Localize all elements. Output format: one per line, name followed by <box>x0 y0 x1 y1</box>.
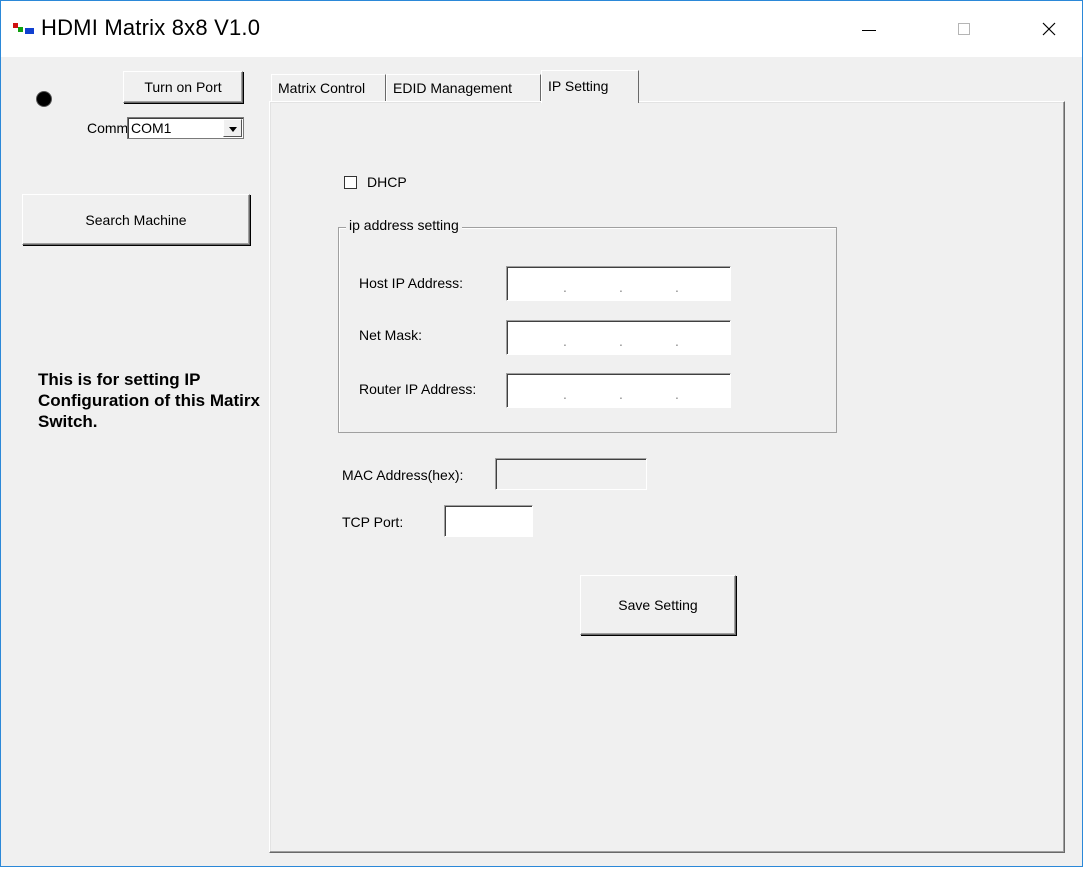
comm-port-value: COM1 <box>131 120 172 136</box>
ip-address-group-title: ip address setting <box>346 217 462 233</box>
window-title: HDMI Matrix 8x8 V1.0 <box>41 15 261 40</box>
tab-matrix-control[interactable]: Matrix Control <box>271 74 386 101</box>
router-ip-label: Router IP Address: <box>359 381 477 397</box>
app-icon <box>13 23 34 34</box>
close-icon <box>1042 22 1056 36</box>
mac-address-label: MAC Address(hex): <box>342 467 464 483</box>
title-bar[interactable]: HDMI Matrix 8x8 V1.0 <box>1 1 1082 57</box>
turn-on-port-button[interactable]: Turn on Port <box>123 71 243 103</box>
comm-port-select[interactable]: COM1 <box>127 117 244 139</box>
chevron-down-icon <box>228 126 237 132</box>
net-mask-input[interactable]: . . . <box>506 320 731 355</box>
tcp-port-label: TCP Port: <box>342 514 404 530</box>
client-area: Turn on Port Comm: COM1 Search Machine T… <box>1 57 1082 866</box>
tab-edid-management[interactable]: EDID Management <box>386 74 541 101</box>
tcp-port-input[interactable] <box>444 505 533 537</box>
save-setting-button[interactable]: Save Setting <box>580 575 736 635</box>
host-ip-input[interactable]: . . . <box>506 266 731 301</box>
dropdown-arrow-button[interactable] <box>223 119 242 137</box>
maximize-icon <box>958 23 970 35</box>
info-text: This is for setting IP Configuration of … <box>38 370 260 431</box>
tab-ip-setting[interactable]: IP Setting <box>541 70 639 103</box>
close-button[interactable] <box>1021 1 1077 57</box>
dhcp-checkbox[interactable] <box>344 176 357 189</box>
search-machine-button[interactable]: Search Machine <box>22 194 250 245</box>
maximize-button[interactable] <box>936 1 992 57</box>
mac-address-field <box>495 458 647 490</box>
host-ip-label: Host IP Address: <box>359 275 464 291</box>
router-ip-input[interactable]: . . . <box>506 373 731 408</box>
port-status-indicator <box>37 92 51 106</box>
net-mask-label: Net Mask: <box>359 327 423 343</box>
minimize-icon <box>862 29 876 31</box>
comm-label: Comm: <box>87 120 133 136</box>
app-window: HDMI Matrix 8x8 V1.0 Turn on Port Comm: … <box>0 0 1083 867</box>
minimize-button[interactable] <box>841 1 897 57</box>
dhcp-label[interactable]: DHCP <box>367 174 407 190</box>
